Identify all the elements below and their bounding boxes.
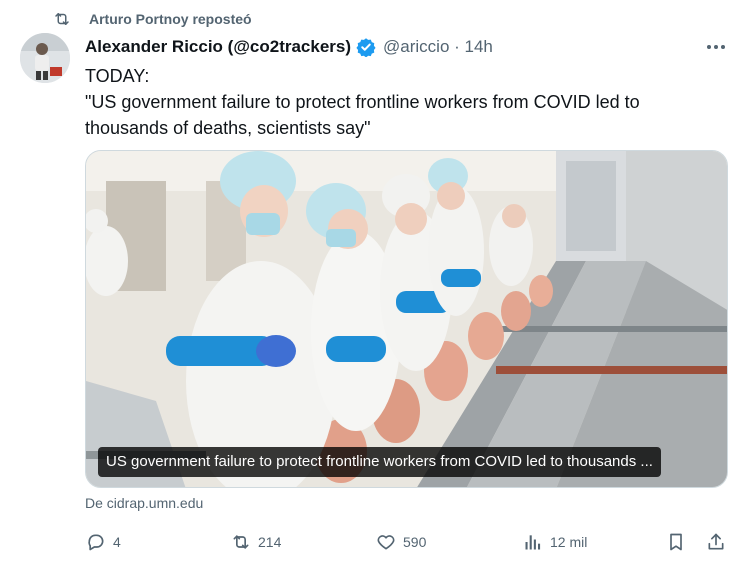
views-button[interactable]: 12 mil xyxy=(522,528,587,556)
repost-label: Arturo Portnoy reposteó xyxy=(89,11,252,27)
more-icon[interactable] xyxy=(702,36,730,58)
action-bar: 4 214 590 12 mil xyxy=(85,528,735,556)
link-card-media[interactable]: US government failure to protect frontli… xyxy=(85,150,728,488)
author-name[interactable]: Alexander Riccio (@co2trackers) xyxy=(85,37,351,57)
share-button[interactable] xyxy=(705,528,727,556)
like-button[interactable]: 590 xyxy=(375,528,426,556)
handle-and-time[interactable]: @ariccio · 14h xyxy=(383,37,493,57)
reply-count: 4 xyxy=(113,534,121,550)
views-count: 12 mil xyxy=(550,534,588,550)
heart-icon xyxy=(375,531,397,553)
bookmark-icon xyxy=(665,531,687,553)
verified-badge-icon[interactable] xyxy=(356,37,376,57)
repost-icon xyxy=(52,9,72,29)
reply-icon xyxy=(85,531,107,553)
share-icon xyxy=(705,531,727,553)
repost-context[interactable]: Arturo Portnoy reposteó xyxy=(52,8,252,30)
tweet-text-line: TODAY: xyxy=(85,66,150,86)
views-icon xyxy=(522,531,544,553)
repost-icon xyxy=(230,531,252,553)
tweet-header: Alexander Riccio (@co2trackers) @ariccio… xyxy=(85,34,493,60)
tweet-text: TODAY: "US government failure to protect… xyxy=(85,63,705,141)
tweet-text-quote: "US government failure to protect frontl… xyxy=(85,92,645,138)
link-source[interactable]: De cidrap.umn.edu xyxy=(85,495,203,511)
repost-button[interactable]: 214 xyxy=(230,528,281,556)
factory-photo xyxy=(86,151,727,487)
link-card-caption: US government failure to protect frontli… xyxy=(98,447,661,477)
avatar[interactable] xyxy=(20,33,70,83)
bookmark-button[interactable] xyxy=(665,528,687,556)
reply-button[interactable]: 4 xyxy=(85,528,121,556)
like-count: 590 xyxy=(403,534,427,550)
repost-count: 214 xyxy=(258,534,282,550)
